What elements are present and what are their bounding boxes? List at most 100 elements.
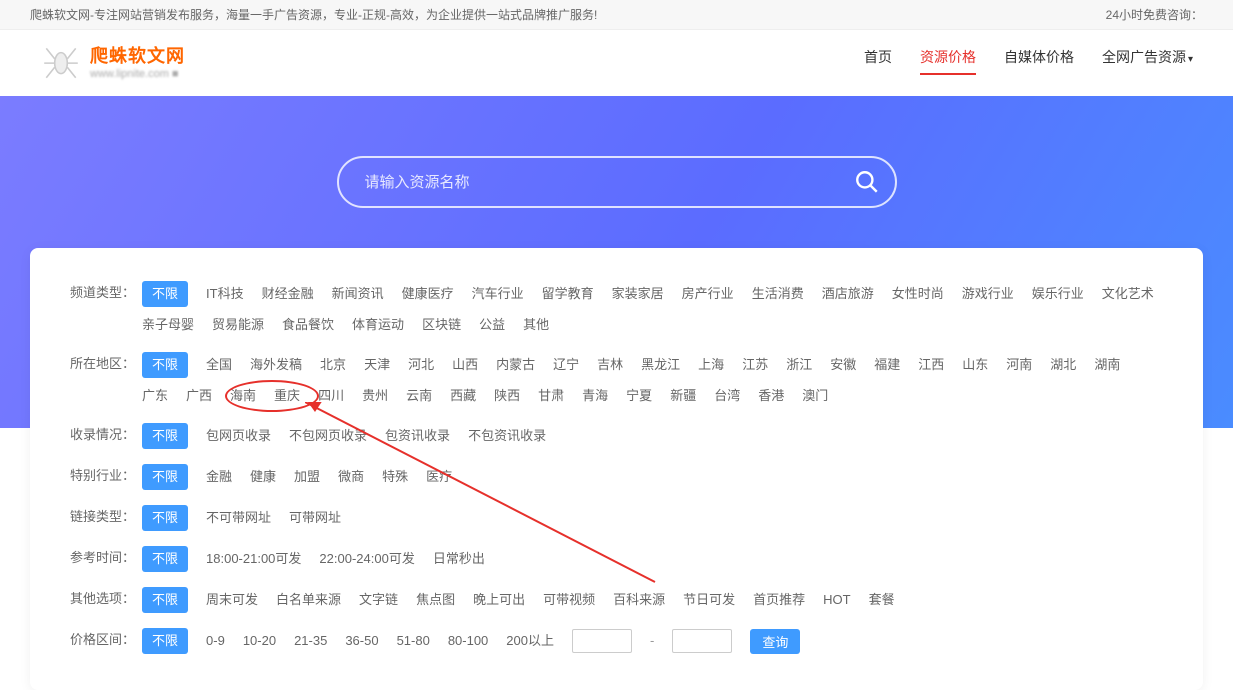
filter-opt-unlimit[interactable]: 不限 (142, 281, 188, 307)
filter-opt[interactable]: 可带网址 (289, 506, 341, 530)
filter-opt[interactable]: 36-50 (345, 629, 378, 653)
filter-opt[interactable]: 上海 (698, 353, 724, 377)
filter-opt[interactable]: 金融 (206, 465, 232, 489)
filter-opt[interactable]: 辽宁 (553, 353, 579, 377)
filter-opt[interactable]: 白名单来源 (276, 588, 341, 612)
search-input[interactable] (337, 156, 897, 208)
filter-opt[interactable]: 黑龙江 (641, 353, 680, 377)
filter-opt-unlimit[interactable]: 不限 (142, 628, 188, 654)
filter-opt[interactable]: 娱乐行业 (1032, 282, 1084, 306)
filter-opt[interactable]: 安徽 (830, 353, 856, 377)
filter-opt[interactable]: 区块链 (422, 313, 461, 337)
filter-opt[interactable]: 吉林 (597, 353, 623, 377)
filter-opt[interactable]: 全国 (206, 353, 232, 377)
nav-all-ads[interactable]: 全网广告资源▾ (1102, 47, 1193, 75)
filter-opt[interactable]: 湖南 (1094, 353, 1120, 377)
filter-opt[interactable]: 甘肃 (538, 384, 564, 408)
filter-opt[interactable]: 焦点图 (416, 588, 455, 612)
filter-opt[interactable]: 体育运动 (352, 313, 404, 337)
filter-opt[interactable]: 200以上 (506, 629, 554, 653)
filter-opt[interactable]: 房产行业 (682, 282, 734, 306)
filter-opt[interactable]: 陕西 (494, 384, 520, 408)
query-button[interactable]: 查询 (750, 629, 800, 654)
filter-opt[interactable]: 重庆 (274, 384, 300, 408)
filter-opt[interactable]: 周末可发 (206, 588, 258, 612)
filter-opt[interactable]: 包网页收录 (206, 424, 271, 448)
filter-opt[interactable]: 福建 (874, 353, 900, 377)
filter-opt[interactable]: 山西 (452, 353, 478, 377)
filter-opt[interactable]: 首页推荐 (753, 588, 805, 612)
filter-opt[interactable]: 百科来源 (613, 588, 665, 612)
filter-opt[interactable]: 江苏 (742, 353, 768, 377)
filter-opt[interactable]: 财经金融 (262, 282, 314, 306)
price-max-input[interactable] (672, 629, 732, 653)
filter-opt-unlimit[interactable]: 不限 (142, 423, 188, 449)
filter-opt[interactable]: 台湾 (714, 384, 740, 408)
filter-opt[interactable]: 贸易能源 (212, 313, 264, 337)
filter-opt[interactable]: 酒店旅游 (822, 282, 874, 306)
logo[interactable]: 爬蛛软文网 www.lipnite.com ■ (40, 40, 185, 82)
filter-opt[interactable]: 医疗 (426, 465, 452, 489)
filter-opt[interactable]: 80-100 (448, 629, 488, 653)
filter-opt[interactable]: 海外发稿 (250, 353, 302, 377)
nav-resource-price[interactable]: 资源价格 (920, 47, 976, 75)
search-button[interactable] (847, 162, 887, 202)
filter-opt[interactable]: 湖北 (1050, 353, 1076, 377)
filter-opt[interactable]: 河北 (408, 353, 434, 377)
filter-opt[interactable]: 留学教育 (542, 282, 594, 306)
filter-opt[interactable]: 亲子母婴 (142, 313, 194, 337)
price-min-input[interactable] (572, 629, 632, 653)
filter-opt[interactable]: 0-9 (206, 629, 225, 653)
filter-opt[interactable]: 内蒙古 (496, 353, 535, 377)
filter-opt[interactable]: HOT (823, 588, 850, 612)
filter-opt[interactable]: 新疆 (670, 384, 696, 408)
filter-opt-unlimit[interactable]: 不限 (142, 546, 188, 572)
filter-opt[interactable]: 贵州 (362, 384, 388, 408)
filter-opt-unlimit[interactable]: 不限 (142, 505, 188, 531)
filter-opt[interactable]: 女性时尚 (892, 282, 944, 306)
filter-opt[interactable]: 新闻资讯 (332, 282, 384, 306)
filter-opt[interactable]: 宁夏 (626, 384, 652, 408)
filter-opt-unlimit[interactable]: 不限 (142, 464, 188, 490)
filter-opt[interactable]: 特殊 (382, 465, 408, 489)
filter-opt[interactable]: 微商 (338, 465, 364, 489)
filter-opt[interactable]: 可带视频 (543, 588, 595, 612)
filter-opt[interactable]: 公益 (479, 313, 505, 337)
filter-opt[interactable]: 文字链 (359, 588, 398, 612)
filter-opt[interactable]: 汽车行业 (472, 282, 524, 306)
filter-opt[interactable]: 10-20 (243, 629, 276, 653)
nav-home[interactable]: 首页 (864, 47, 892, 75)
filter-opt[interactable]: 文化艺术 (1102, 282, 1154, 306)
filter-opt[interactable]: 节日可发 (683, 588, 735, 612)
filter-opt[interactable]: 21-35 (294, 629, 327, 653)
nav-selfmedia-price[interactable]: 自媒体价格 (1004, 47, 1074, 75)
filter-opt[interactable]: 加盟 (294, 465, 320, 489)
filter-opt[interactable]: 广东 (142, 384, 168, 408)
filter-opt[interactable]: 健康 (250, 465, 276, 489)
filter-opt[interactable]: 食品餐饮 (282, 313, 334, 337)
filter-opt[interactable]: 浙江 (786, 353, 812, 377)
filter-opt[interactable]: 家装家居 (612, 282, 664, 306)
filter-opt[interactable]: 青海 (582, 384, 608, 408)
filter-opt[interactable]: 22:00-24:00可发 (319, 547, 414, 571)
filter-opt[interactable]: 江西 (918, 353, 944, 377)
filter-opt[interactable]: 18:00-21:00可发 (206, 547, 301, 571)
filter-opt[interactable]: 51-80 (397, 629, 430, 653)
filter-opt[interactable]: 云南 (406, 384, 432, 408)
filter-opt[interactable]: 西藏 (450, 384, 476, 408)
filter-opt-unlimit[interactable]: 不限 (142, 587, 188, 613)
filter-opt[interactable]: 广西 (186, 384, 212, 408)
filter-opt[interactable]: 河南 (1006, 353, 1032, 377)
filter-opt[interactable]: 不包资讯收录 (468, 424, 546, 448)
filter-opt[interactable]: 套餐 (869, 588, 895, 612)
filter-opt[interactable]: 其他 (523, 313, 549, 337)
filter-opt[interactable]: 四川 (318, 384, 344, 408)
filter-opt[interactable]: 日常秒出 (433, 547, 485, 571)
filter-opt[interactable]: 游戏行业 (962, 282, 1014, 306)
filter-opt[interactable]: 天津 (364, 353, 390, 377)
filter-opt[interactable]: 生活消费 (752, 282, 804, 306)
filter-opt[interactable]: 山东 (962, 353, 988, 377)
filter-opt[interactable]: 晚上可出 (473, 588, 525, 612)
filter-opt[interactable]: 包资讯收录 (385, 424, 450, 448)
filter-opt[interactable]: 不可带网址 (206, 506, 271, 530)
